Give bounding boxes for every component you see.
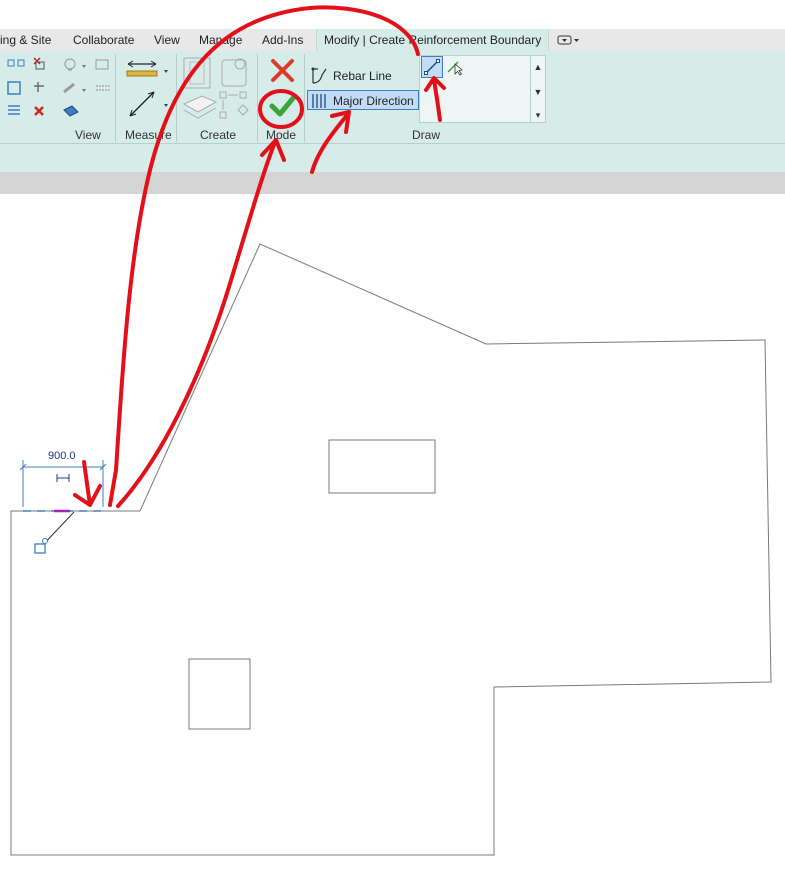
opening-rect-2 [188, 658, 251, 730]
drag-grip-icon [34, 543, 46, 554]
red-annotations [73, 5, 446, 508]
opening-rect-1 [328, 439, 436, 494]
drawing-canvas[interactable] [0, 0, 785, 885]
dimension-value[interactable]: 900.0 [48, 450, 76, 462]
